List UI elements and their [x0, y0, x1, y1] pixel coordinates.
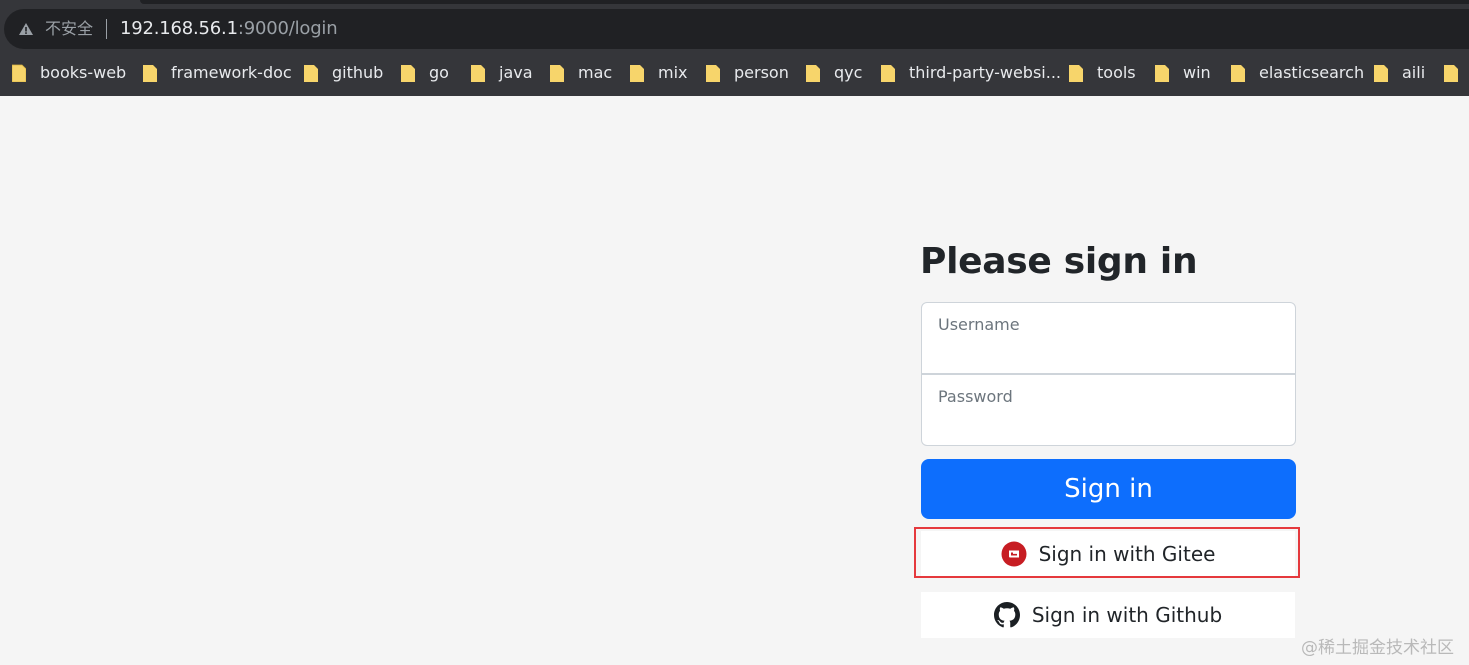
folder-icon: [471, 65, 485, 82]
password-placeholder: Password: [938, 387, 1013, 406]
bookmark-item[interactable]: third-party-websi...: [881, 62, 1061, 84]
bookmark-item[interactable]: person: [706, 62, 789, 84]
address-bar[interactable]: 不安全 192.168.56.1:9000/login: [4, 9, 1469, 49]
github-login-button[interactable]: Sign in with Github: [921, 592, 1295, 638]
bookmark-label: win: [1183, 63, 1211, 82]
bookmark-label: qyc: [834, 63, 863, 82]
bookmark-label: books-web: [40, 63, 127, 82]
bookmarks-bar: books-web framework-doc github go java m…: [0, 52, 1469, 96]
folder-icon: [143, 65, 157, 82]
bookmark-item[interactable]: elasticsearch: [1231, 62, 1364, 84]
watermark-text: @稀土掘金技术社区: [1301, 638, 1454, 658]
bookmark-item[interactable]: [1444, 62, 1469, 84]
bookmark-item[interactable]: mac: [550, 62, 612, 84]
browser-chrome: 不安全 192.168.56.1:9000/login books-web fr…: [0, 0, 1469, 96]
bookmark-label: third-party-websi...: [909, 63, 1061, 82]
folder-icon: [881, 65, 895, 82]
folder-icon: [1231, 65, 1245, 82]
highlight-annotation: [914, 527, 1300, 578]
folder-icon: [630, 65, 644, 82]
bookmark-item[interactable]: win: [1155, 62, 1211, 84]
folder-icon: [706, 65, 720, 82]
security-status[interactable]: 不安全: [45, 18, 93, 40]
page-title: Please sign in: [920, 241, 1198, 282]
url-host: 192.168.56.1: [120, 18, 238, 39]
bookmark-label: github: [332, 63, 384, 82]
bookmark-item[interactable]: java: [471, 62, 533, 84]
bookmark-item[interactable]: aili: [1374, 62, 1425, 84]
bookmark-label: framework-doc: [171, 63, 292, 82]
bookmark-label: tools: [1097, 63, 1136, 82]
bookmark-label: mix: [658, 63, 688, 82]
warning-icon[interactable]: [18, 21, 34, 37]
url-path: :9000/login: [237, 18, 338, 39]
folder-icon: [1374, 65, 1388, 82]
password-field[interactable]: Password: [921, 374, 1296, 446]
folder-icon: [1444, 65, 1458, 82]
bookmark-item[interactable]: tools: [1069, 62, 1136, 84]
folder-icon: [12, 64, 26, 82]
folder-icon: [1069, 65, 1083, 82]
tab-strip: [140, 0, 1469, 4]
bookmark-item[interactable]: qyc: [806, 62, 862, 84]
sign-in-button[interactable]: Sign in: [921, 459, 1296, 519]
username-placeholder: Username: [938, 315, 1020, 334]
sign-in-label: Sign in: [1064, 474, 1153, 504]
bookmark-item[interactable]: go: [401, 62, 449, 84]
url-text[interactable]: 192.168.56.1:9000/login: [120, 18, 338, 40]
github-icon: [993, 602, 1020, 628]
folder-icon: [550, 65, 564, 82]
bookmark-item[interactable]: books-web: [12, 62, 126, 84]
bookmark-label: aili: [1402, 63, 1426, 82]
bookmark-label: elasticsearch: [1259, 63, 1365, 82]
bookmark-label: go: [429, 63, 449, 82]
folder-icon: [401, 65, 415, 82]
bookmark-item[interactable]: mix: [630, 62, 688, 84]
username-field[interactable]: Username: [921, 302, 1296, 374]
folder-icon: [304, 65, 318, 82]
bookmark-item[interactable]: github: [304, 62, 383, 84]
bookmark-label: java: [499, 63, 533, 82]
bookmark-label: person: [734, 63, 789, 82]
bookmark-label: mac: [578, 63, 613, 82]
address-divider: [106, 19, 107, 39]
folder-icon: [1155, 65, 1169, 82]
github-login-label: Sign in with Github: [1031, 603, 1223, 627]
folder-icon: [806, 65, 820, 82]
bookmark-item[interactable]: framework-doc: [143, 62, 292, 84]
